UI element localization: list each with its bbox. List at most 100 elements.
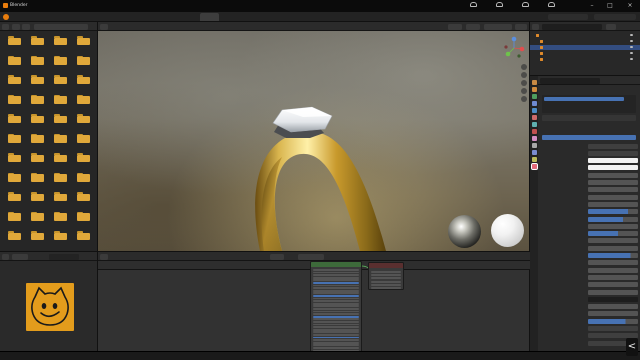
- properties-tab-icon[interactable]: [531, 115, 537, 120]
- outliner-row[interactable]: [530, 57, 640, 62]
- shading-options-button[interactable]: [515, 23, 527, 30]
- properties-tab-icon[interactable]: [531, 157, 537, 162]
- node-socket-row[interactable]: [313, 308, 359, 310]
- grid-icon[interactable]: [521, 88, 527, 94]
- property-field[interactable]: [588, 267, 638, 273]
- node-socket-row[interactable]: [313, 300, 359, 302]
- back-button[interactable]: [12, 23, 20, 30]
- folder-icon[interactable]: [53, 231, 67, 240]
- properties-tab-icon[interactable]: [531, 136, 537, 141]
- folder-icon[interactable]: [53, 172, 67, 182]
- node-socket-row[interactable]: [313, 276, 359, 279]
- node-socket-row[interactable]: [371, 274, 401, 277]
- editor-type-button[interactable]: [532, 23, 539, 30]
- property-field[interactable]: [588, 187, 638, 193]
- folder-icon[interactable]: [7, 133, 21, 143]
- folder-icon[interactable]: [76, 36, 90, 45]
- forward-button[interactable]: [22, 23, 30, 30]
- folder-icon[interactable]: [76, 133, 90, 143]
- node-socket-row[interactable]: [313, 323, 359, 326]
- folder-icon[interactable]: [53, 211, 67, 221]
- folder-icon[interactable]: [7, 114, 21, 123]
- node-socket-row[interactable]: [313, 287, 359, 289]
- folder-icon[interactable]: [53, 114, 67, 123]
- folder-icon[interactable]: [76, 114, 90, 123]
- navigation-gizmo[interactable]: [502, 36, 526, 60]
- node-socket-row[interactable]: [371, 283, 401, 286]
- property-field[interactable]: [588, 238, 638, 244]
- outliner-row[interactable]: [530, 33, 640, 38]
- shader-node-editor[interactable]: [97, 251, 531, 352]
- property-field[interactable]: [588, 289, 638, 295]
- property-field[interactable]: [588, 216, 638, 222]
- folder-icon[interactable]: [30, 133, 44, 143]
- visibility-eye-icon[interactable]: [630, 58, 633, 60]
- minimize-button[interactable]: –: [586, 2, 598, 10]
- material-slot-list[interactable]: [542, 95, 636, 113]
- menu-item[interactable]: [12, 14, 16, 20]
- folder-icon[interactable]: [7, 55, 21, 65]
- node-socket-row[interactable]: [313, 339, 359, 341]
- workspace-tab[interactable]: [260, 13, 279, 21]
- folder-icon[interactable]: [76, 55, 90, 65]
- visibility-eye-icon[interactable]: [630, 46, 633, 48]
- visibility-eye-icon[interactable]: [630, 40, 633, 42]
- folder-icon[interactable]: [7, 153, 21, 162]
- folder-icon[interactable]: [76, 172, 90, 182]
- folder-icon[interactable]: [7, 192, 21, 201]
- xray-toggle[interactable]: [466, 23, 480, 30]
- folder-icon[interactable]: [76, 94, 90, 104]
- workspace-tab[interactable]: [280, 13, 299, 21]
- path-field[interactable]: [34, 23, 88, 30]
- editor-type-button[interactable]: [2, 253, 9, 260]
- node-socket-row[interactable]: [313, 295, 359, 297]
- node-socket-row[interactable]: [313, 274, 359, 276]
- property-field[interactable]: [588, 231, 638, 237]
- folder-icon[interactable]: [53, 192, 67, 201]
- folder-icon[interactable]: [7, 94, 21, 104]
- node-socket-row[interactable]: [371, 287, 401, 289]
- folder-icon[interactable]: [7, 75, 21, 84]
- properties-tab-icon[interactable]: [531, 122, 537, 127]
- properties-tab-icon[interactable]: [530, 163, 538, 170]
- light-icon[interactable]: [521, 96, 527, 102]
- node-socket-row[interactable]: [313, 292, 359, 295]
- material-datablock-field[interactable]: [542, 115, 636, 121]
- tray-item[interactable]: [536, 2, 570, 10]
- surface-highlight-row[interactable]: [542, 135, 636, 140]
- folder-icon[interactable]: [7, 231, 21, 240]
- principled-bsdf-node[interactable]: [310, 261, 362, 352]
- folder-icon[interactable]: [76, 153, 90, 162]
- node-socket-row[interactable]: [313, 328, 359, 331]
- folder-icon[interactable]: [53, 36, 67, 45]
- workspace-tab[interactable]: [160, 13, 179, 21]
- outliner-row[interactable]: [530, 39, 640, 44]
- property-field[interactable]: [588, 311, 638, 317]
- workspace-tab[interactable]: [200, 13, 219, 21]
- properties-search-input[interactable]: [540, 77, 600, 84]
- color-swatch[interactable]: [588, 165, 638, 171]
- node-socket-row[interactable]: [313, 336, 359, 339]
- property-field[interactable]: [588, 223, 638, 229]
- property-field[interactable]: [588, 260, 638, 266]
- menu-item[interactable]: [24, 14, 28, 20]
- workspace-tab[interactable]: [100, 13, 119, 21]
- properties-tab-icon[interactable]: [531, 101, 537, 106]
- node-socket-row[interactable]: [313, 279, 359, 282]
- properties-tab-icon[interactable]: [531, 108, 537, 113]
- folder-icon[interactable]: [30, 231, 44, 240]
- outliner-row[interactable]: [530, 51, 640, 56]
- folder-icon[interactable]: [30, 55, 44, 65]
- section-preview[interactable]: [542, 123, 636, 128]
- visibility-eye-icon[interactable]: [630, 52, 633, 54]
- editor-type-button[interactable]: [100, 23, 108, 30]
- workspace-tab[interactable]: [140, 13, 159, 21]
- folder-icon[interactable]: [30, 114, 44, 123]
- folder-icon[interactable]: [76, 211, 90, 221]
- camera-icon[interactable]: [521, 80, 527, 86]
- node-socket-row[interactable]: [371, 280, 401, 283]
- properties-tab-icon[interactable]: [531, 94, 537, 99]
- menu-item[interactable]: [73, 14, 77, 20]
- folder-icon[interactable]: [76, 75, 90, 84]
- shading-mode-buttons[interactable]: [484, 23, 512, 30]
